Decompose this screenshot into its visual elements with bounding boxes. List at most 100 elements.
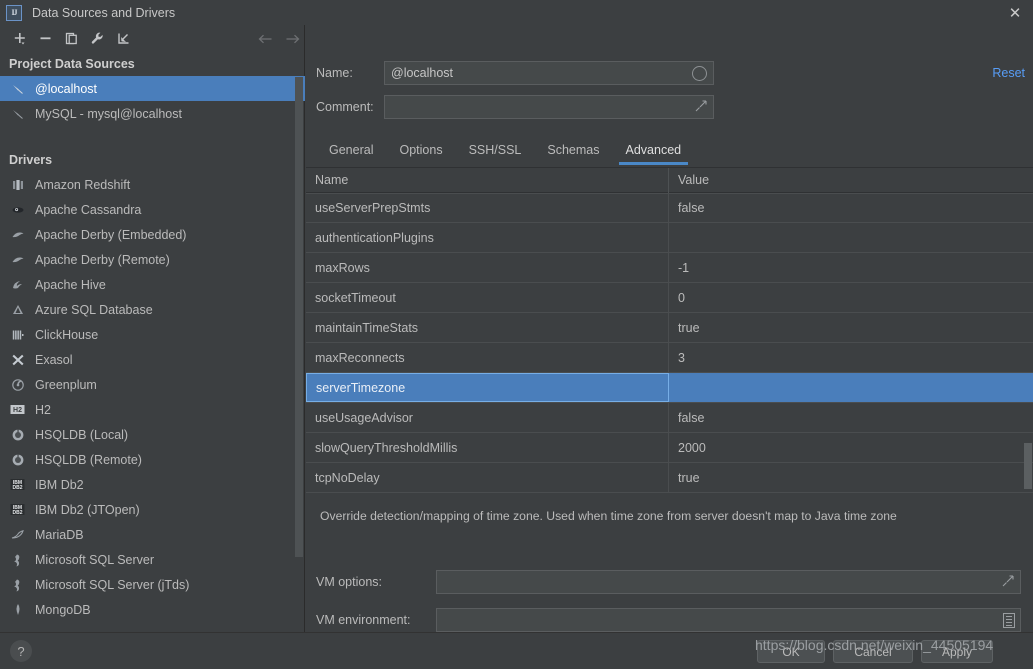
sidebar-item-label: H2 xyxy=(35,403,51,417)
table-row[interactable]: maxReconnects 3 xyxy=(306,343,1033,373)
list-editor-icon[interactable] xyxy=(1003,613,1015,628)
sidebar-item-exasol[interactable]: Exasol xyxy=(0,347,305,372)
arrow-left-icon[interactable] xyxy=(253,27,279,51)
remove-button[interactable] xyxy=(32,27,58,51)
svg-text:DB2: DB2 xyxy=(12,510,22,516)
tab-schemas[interactable]: Schemas xyxy=(534,143,612,165)
derby-icon xyxy=(9,251,26,268)
table-row[interactable]: tcpNoDelay true xyxy=(306,463,1033,493)
cell-value[interactable]: 3 xyxy=(669,343,1033,372)
derby-icon xyxy=(9,226,26,243)
cell-value[interactable]: true xyxy=(669,313,1033,342)
add-button[interactable] xyxy=(6,27,32,51)
sidebar-item-greenplum[interactable]: Greenplum xyxy=(0,372,305,397)
name-input[interactable]: @localhost xyxy=(384,61,714,85)
table-row[interactable]: useServerPrepStmts false xyxy=(306,193,1033,223)
sidebar-item-label: Apache Cassandra xyxy=(35,203,141,217)
sidebar-item-clickhouse[interactable]: ClickHouse xyxy=(0,322,305,347)
clickhouse-icon xyxy=(9,326,26,343)
tab-ssh-ssl[interactable]: SSH/SSL xyxy=(456,143,535,165)
mongodb-icon xyxy=(9,601,26,618)
cancel-button[interactable]: Cancel xyxy=(833,640,913,663)
tab-advanced[interactable]: Advanced xyxy=(613,143,695,165)
db2-icon: IBM DB2 xyxy=(9,501,26,518)
settings-tabs: General Options SSH/SSL Schemas Advanced xyxy=(316,133,694,165)
name-row: Name: @localhost xyxy=(316,61,714,85)
cassandra-icon xyxy=(9,201,26,218)
table-row[interactable]: maintainTimeStats true xyxy=(306,313,1033,343)
sidebar-item-hsqldb-local[interactable]: HSQLDB (Local) xyxy=(0,422,305,447)
import-arrow-icon[interactable] xyxy=(110,27,136,51)
sidebar-item-localhost[interactable]: @localhost xyxy=(0,76,305,101)
sidebar-item-microsoft-sql-server-jtds[interactable]: Microsoft SQL Server (jTds) xyxy=(0,572,305,597)
datasource-icon xyxy=(9,105,26,122)
comment-label: Comment: xyxy=(316,100,384,114)
help-button[interactable]: ? xyxy=(10,640,32,662)
expand-icon[interactable] xyxy=(1002,575,1015,588)
sidebar-item-apache-derby-embedded[interactable]: Apache Derby (Embedded) xyxy=(0,222,305,247)
project-data-sources-title: Project Data Sources xyxy=(0,52,305,76)
cell-name: serverTimezone xyxy=(306,373,669,402)
comment-input[interactable] xyxy=(384,95,714,119)
circle-badge-icon xyxy=(692,66,707,81)
table-scrollbar[interactable] xyxy=(1024,443,1032,489)
ok-button[interactable]: OK xyxy=(757,640,825,663)
azure-icon xyxy=(9,301,26,318)
sidebar-item-ibm-db2-jtopen[interactable]: IBM DB2 IBM Db2 (JTOpen) xyxy=(0,497,305,522)
tab-options[interactable]: Options xyxy=(386,143,455,165)
drivers-title: Drivers xyxy=(0,148,305,172)
window-titlebar: IJ Data Sources and Drivers ✕ xyxy=(0,0,1033,25)
sidebar-item-hsqldb-remote[interactable]: HSQLDB (Remote) xyxy=(0,447,305,472)
arrow-right-icon[interactable] xyxy=(279,27,305,51)
copy-button[interactable] xyxy=(58,27,84,51)
close-icon[interactable]: ✕ xyxy=(1006,4,1024,22)
wrench-icon[interactable] xyxy=(84,27,110,51)
vm-environment-input[interactable] xyxy=(436,608,1021,632)
sidebar-item-label: Apache Derby (Embedded) xyxy=(35,228,186,242)
cell-value[interactable]: 0 xyxy=(669,283,1033,312)
sidebar-item-apache-derby-remote[interactable]: Apache Derby (Remote) xyxy=(0,247,305,272)
apply-button[interactable]: Apply xyxy=(921,640,993,663)
sidebar-item-amazon-redshift[interactable]: Amazon Redshift xyxy=(0,172,305,197)
sidebar-item-mariadb[interactable]: MariaDB xyxy=(0,522,305,547)
vm-options-input[interactable] xyxy=(436,570,1021,594)
exasol-icon xyxy=(9,351,26,368)
sidebar-item-mysql[interactable]: MySQL - mysql@localhost xyxy=(0,101,305,126)
column-header-value[interactable]: Value xyxy=(669,168,1033,193)
sidebar-item-label: Apache Derby (Remote) xyxy=(35,253,170,267)
hsqldb-icon xyxy=(9,426,26,443)
mssql-icon xyxy=(9,576,26,593)
expand-icon[interactable] xyxy=(695,100,708,113)
column-header-name[interactable]: Name xyxy=(306,168,669,193)
cell-value[interactable] xyxy=(669,223,1033,252)
cell-value[interactable]: false xyxy=(669,194,1033,222)
sidebar-item-ibm-db2[interactable]: IBM DB2 IBM Db2 xyxy=(0,472,305,497)
sidebar-scrollbar[interactable] xyxy=(295,77,303,557)
greenplum-icon xyxy=(9,376,26,393)
sidebar-item-h2[interactable]: H2 H2 xyxy=(0,397,305,422)
sidebar-item-label: Exasol xyxy=(35,353,73,367)
cell-value[interactable]: false xyxy=(669,403,1033,432)
cell-value[interactable]: -1 xyxy=(669,253,1033,282)
table-row[interactable]: maxRows -1 xyxy=(306,253,1033,283)
sidebar-toolbar xyxy=(0,25,305,52)
sidebar-item-label: Microsoft SQL Server xyxy=(35,553,154,567)
reset-button[interactable]: Reset xyxy=(992,66,1025,80)
tab-general[interactable]: General xyxy=(316,143,386,165)
cell-name: slowQueryThresholdMillis xyxy=(306,433,669,462)
table-row-selected[interactable]: serverTimezone xyxy=(306,373,1033,403)
table-row[interactable]: useUsageAdvisor false xyxy=(306,403,1033,433)
table-row[interactable]: slowQueryThresholdMillis 2000 xyxy=(306,433,1033,463)
cell-value[interactable] xyxy=(669,373,1033,402)
sidebar-scroll-area: Project Data Sources @localhost MySQL - … xyxy=(0,52,305,632)
cell-value[interactable]: 2000 xyxy=(669,433,1033,462)
sidebar-item-label: IBM Db2 (JTOpen) xyxy=(35,503,140,517)
sidebar-item-microsoft-sql-server[interactable]: Microsoft SQL Server xyxy=(0,547,305,572)
sidebar-item-mongodb[interactable]: MongoDB xyxy=(0,597,305,622)
sidebar-item-azure-sql-database[interactable]: Azure SQL Database xyxy=(0,297,305,322)
table-row[interactable]: socketTimeout 0 xyxy=(306,283,1033,313)
table-row[interactable]: authenticationPlugins xyxy=(306,223,1033,253)
sidebar-item-apache-cassandra[interactable]: Apache Cassandra xyxy=(0,197,305,222)
sidebar-item-apache-hive[interactable]: Apache Hive xyxy=(0,272,305,297)
cell-value[interactable]: true xyxy=(669,463,1033,492)
